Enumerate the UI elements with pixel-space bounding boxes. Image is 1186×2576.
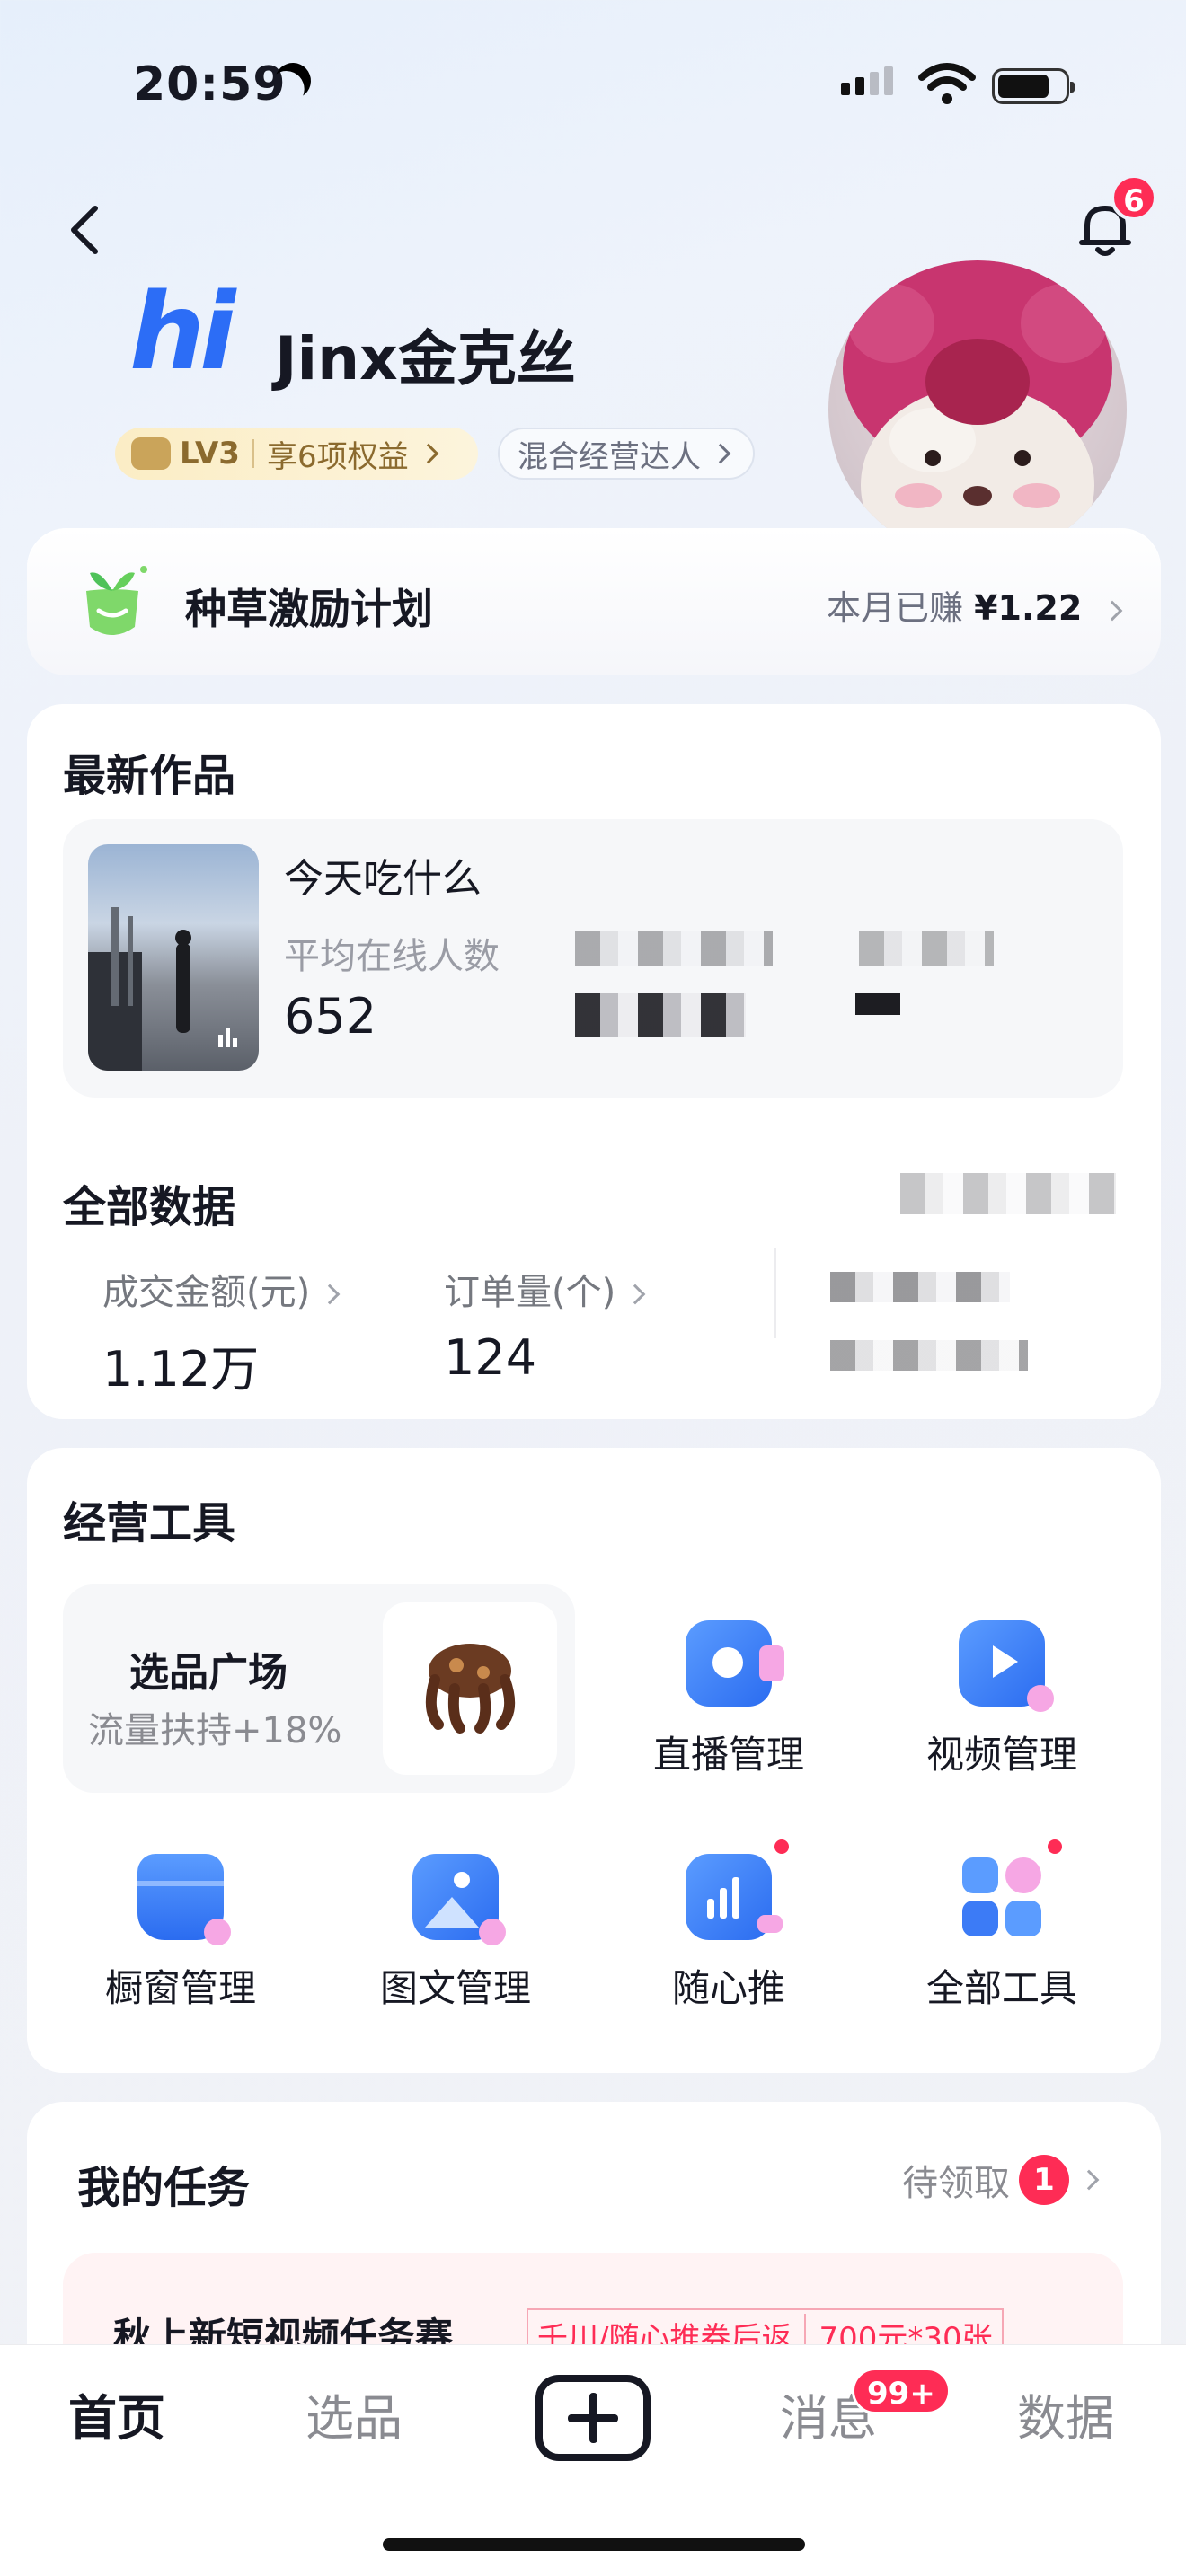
redacted-metric — [855, 993, 900, 1015]
creator-tag-label: 混合经营达人 — [518, 438, 701, 475]
chevron-right-icon — [418, 443, 438, 464]
stat-gmv[interactable]: 成交金额(元) 1.12万 — [102, 1263, 341, 1400]
tool-live-management[interactable]: 直播管理 — [625, 1620, 832, 1779]
creator-tag[interactable]: 混合经营达人 — [498, 428, 755, 480]
incentive-title: 种草激励计划 — [185, 585, 433, 633]
tool-video-management[interactable]: 视频管理 — [898, 1620, 1105, 1779]
signal-icon — [841, 66, 893, 95]
tab-data[interactable]: 数据 — [1017, 2378, 1114, 2449]
pending-count-badge: 1 — [1019, 2155, 1069, 2205]
chevron-right-icon — [710, 443, 731, 464]
redacted-stat — [830, 1272, 1010, 1302]
chevron-right-icon — [1102, 600, 1123, 621]
tool-image-text-management[interactable]: 图文管理 — [352, 1854, 559, 2013]
crown-icon — [131, 437, 171, 470]
incentive-earned[interactable]: 本月已赚 ¥1.22 — [827, 580, 1123, 630]
tool-promote[interactable]: 随心推 — [625, 1854, 832, 2013]
work-thumbnail[interactable] — [88, 844, 259, 1071]
new-dot — [1048, 1839, 1062, 1854]
level-text: LV3 — [180, 436, 240, 472]
redacted-metric — [575, 931, 773, 966]
redacted-metric — [859, 931, 994, 966]
redacted-stat — [830, 1340, 1028, 1371]
message-badge: 99+ — [852, 2368, 951, 2414]
status-time: 20:59 — [133, 57, 287, 111]
tab-select-products[interactable]: 选品 — [305, 2378, 403, 2449]
hair-clip-icon — [425, 1644, 516, 1734]
tab-home[interactable]: 首页 — [68, 2378, 165, 2449]
stat-orders[interactable]: 订单量(个) 124 — [444, 1263, 646, 1386]
level-benefit: 享6项权益 — [266, 438, 409, 475]
avatar[interactable] — [828, 260, 1127, 559]
battery-icon — [992, 68, 1075, 104]
promote-icon — [686, 1854, 783, 1940]
all-tools-icon — [959, 1854, 1045, 1940]
new-dot — [774, 1839, 789, 1854]
redacted-link — [900, 1173, 1116, 1214]
select-square-title: 选品广场 — [129, 1650, 288, 1696]
level-badge[interactable]: LV3 享6项权益 — [115, 428, 478, 480]
work-metric-value: 652 — [284, 988, 377, 1045]
tool-all-tools[interactable]: 全部工具 — [898, 1854, 1105, 2013]
sprout-icon — [86, 566, 147, 635]
pending-tasks-link[interactable]: 待领取 1 — [902, 2154, 1100, 2206]
select-square-subtitle: 流量扶持+18% — [88, 1710, 342, 1751]
video-icon — [959, 1620, 1054, 1712]
live-icon — [686, 1620, 784, 1707]
chevron-right-icon — [1078, 2169, 1100, 2191]
work-metric-label: 平均在线人数 — [284, 936, 500, 977]
greeting-logo: hi — [129, 269, 235, 393]
chevron-right-icon — [624, 1284, 646, 1305]
chevron-right-icon — [319, 1284, 341, 1305]
image-text-icon — [412, 1854, 506, 1945]
notification-badge: 6 — [1111, 174, 1157, 221]
redacted-metric — [575, 993, 746, 1037]
avatar-image — [843, 260, 1112, 559]
showcase-icon — [137, 1854, 231, 1945]
work-title: 今天吃什么 — [284, 856, 482, 902]
tasks-title: 我的任务 — [77, 2163, 251, 2213]
latest-work-title: 最新作品 — [63, 751, 236, 801]
earned-amount: ¥1.22 — [974, 588, 1083, 628]
tool-showcase-management[interactable]: 橱窗管理 — [77, 1854, 284, 2013]
wifi-icon — [918, 63, 976, 104]
home-indicator — [383, 2538, 805, 2551]
product-thumbnail — [383, 1602, 557, 1775]
create-button[interactable] — [535, 2375, 651, 2461]
tools-title: 经营工具 — [63, 1498, 236, 1548]
username: Jinx金克丝 — [275, 324, 576, 393]
all-data-title: 全部数据 — [63, 1182, 236, 1232]
back-icon[interactable] — [63, 203, 108, 257]
